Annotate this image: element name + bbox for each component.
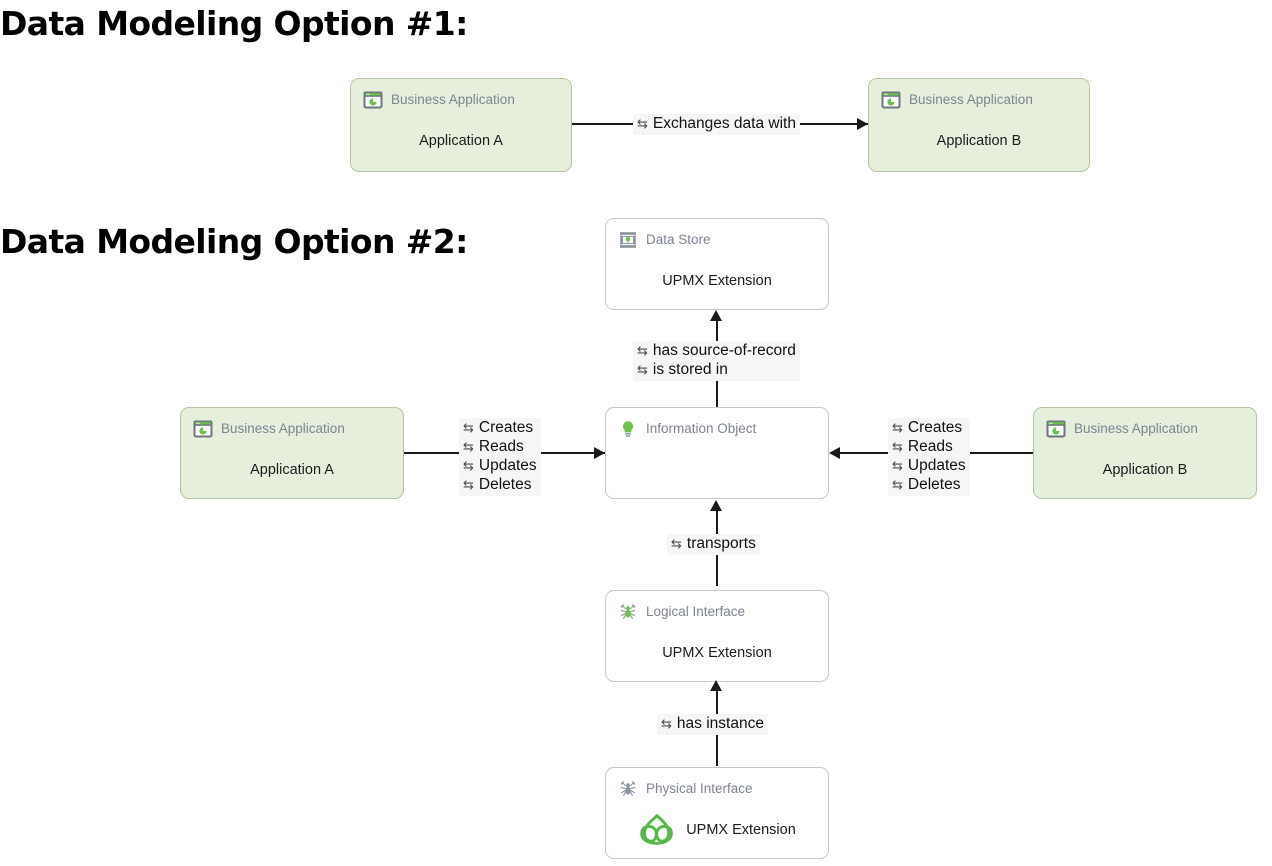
node-option2-application-b[interactable]: Business Application Application B — [1033, 407, 1257, 499]
node-type-label: Business Application — [1074, 421, 1198, 437]
edge-label-crud-right: ⇆ Creates ⇆ Reads ⇆ Updates ⇆ Deletes — [888, 418, 970, 496]
heading-option-1: Data Modeling Option #1: — [0, 4, 468, 43]
swap-icon: ⇆ — [463, 421, 474, 436]
edge-label-text: Deletes — [907, 476, 961, 493]
node-header: Business Application — [362, 89, 515, 111]
node-header: Business Application — [192, 418, 345, 440]
node-body: UPMX Extension — [606, 808, 828, 852]
edge-label-text: transports — [686, 535, 756, 552]
node-header: Physical Interface — [617, 778, 753, 800]
node-type-label: Information Object — [646, 421, 757, 437]
swap-icon: ⇆ — [892, 459, 903, 474]
swap-icon: ⇆ — [463, 459, 474, 474]
node-name-label: UPMX Extension — [686, 822, 796, 838]
business-application-icon — [192, 418, 214, 440]
data-store-icon — [617, 229, 639, 251]
edge-label-text: is stored in — [652, 361, 728, 378]
edge-label-text: Reads — [907, 438, 953, 455]
edge-label-text: has instance — [676, 715, 764, 732]
node-header: Information Object — [617, 418, 756, 440]
edge-label-text: Updates — [907, 457, 966, 474]
edge-label-has-instance: ⇆ has instance — [657, 714, 768, 735]
node-type-label: Logical Interface — [646, 604, 746, 620]
node-option1-application-a[interactable]: Business Application Application A — [350, 78, 572, 172]
node-body: Application B — [1034, 452, 1256, 488]
swap-icon: ⇆ — [637, 117, 648, 132]
node-type-label: Data Store — [646, 232, 711, 248]
node-data-store[interactable]: Data Store UPMX Extension — [605, 218, 829, 310]
swap-icon: ⇆ — [892, 478, 903, 493]
trefoil-knot-icon — [638, 811, 676, 849]
edge-label-text: Deletes — [478, 476, 532, 493]
node-name-label: Application A — [250, 462, 334, 478]
business-application-icon — [362, 89, 384, 111]
logical-interface-icon — [617, 601, 639, 623]
node-information-object[interactable]: Information Object — [605, 407, 829, 499]
information-object-icon — [617, 418, 639, 440]
business-application-icon — [880, 89, 902, 111]
node-type-label: Business Application — [909, 92, 1033, 108]
edge-label-text: Exchanges data with — [652, 115, 796, 132]
node-body: Application A — [351, 123, 571, 159]
node-body: UPMX Extension — [606, 263, 828, 299]
node-header: Business Application — [1045, 418, 1198, 440]
node-name-label: Application B — [1102, 462, 1188, 478]
node-option1-application-b[interactable]: Business Application Application B — [868, 78, 1090, 172]
swap-icon: ⇆ — [463, 440, 474, 455]
swap-icon: ⇆ — [463, 478, 474, 493]
node-body: Application B — [869, 123, 1089, 159]
edge-arrowhead-crud-left — [594, 447, 605, 459]
node-body: Application A — [181, 452, 403, 488]
physical-interface-icon — [617, 778, 639, 800]
edge-arrowhead-crud-right — [829, 447, 840, 459]
node-physical-interface[interactable]: Physical Interface UPMX Extension — [605, 767, 829, 859]
edge-arrowhead-transports — [710, 500, 722, 511]
swap-icon: ⇆ — [892, 440, 903, 455]
swap-icon: ⇆ — [661, 717, 672, 732]
edge-label-text: Creates — [478, 419, 534, 436]
edge-arrowhead-has-instance — [710, 680, 722, 691]
node-type-label: Business Application — [221, 421, 345, 437]
edge-label-source-of-record: ⇆ has source-of-record ⇆ is stored in — [633, 341, 800, 381]
node-logical-interface[interactable]: Logical Interface UPMX Extension — [605, 590, 829, 682]
node-header: Business Application — [880, 89, 1033, 111]
node-body: UPMX Extension — [606, 635, 828, 671]
edge-label-text: Reads — [478, 438, 524, 455]
node-name-label: UPMX Extension — [662, 273, 772, 289]
edge-label-transports: ⇆ transports — [667, 534, 760, 555]
edge-label-crud-left: ⇆ Creates ⇆ Reads ⇆ Updates ⇆ Deletes — [459, 418, 541, 496]
node-body — [606, 452, 828, 488]
edge-label-text: Updates — [478, 457, 537, 474]
swap-icon: ⇆ — [671, 537, 682, 552]
node-name-label: UPMX Extension — [662, 645, 772, 661]
business-application-icon — [1045, 418, 1067, 440]
node-header: Data Store — [617, 229, 711, 251]
node-name-label: Application B — [936, 133, 1022, 149]
edge-label-text: Creates — [907, 419, 963, 436]
swap-icon: ⇆ — [892, 421, 903, 436]
node-option2-application-a[interactable]: Business Application Application A — [180, 407, 404, 499]
node-header: Logical Interface — [617, 601, 745, 623]
edge-label-exchanges-data-with: ⇆ Exchanges data with — [633, 114, 800, 135]
node-type-label: Business Application — [391, 92, 515, 108]
swap-icon: ⇆ — [637, 363, 648, 378]
swap-icon: ⇆ — [637, 344, 648, 359]
heading-option-2: Data Modeling Option #2: — [0, 222, 468, 261]
edge-arrowhead-exchanges — [857, 118, 868, 130]
node-name-label: Application A — [419, 133, 503, 149]
node-type-label: Physical Interface — [646, 781, 753, 797]
edge-arrowhead-stored-in — [710, 310, 722, 321]
edge-label-text: has source-of-record — [652, 342, 796, 359]
